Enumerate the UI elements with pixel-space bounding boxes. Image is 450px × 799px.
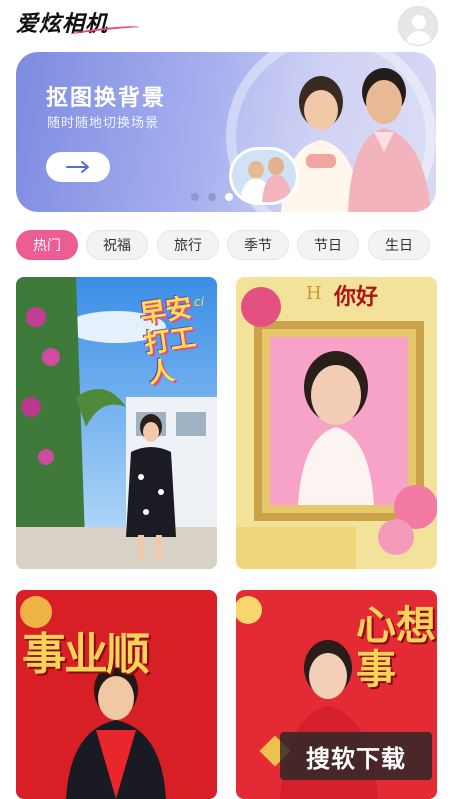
tab-travel[interactable]: 旅行 <box>157 230 219 260</box>
overlay-text: 你好 <box>334 285 379 310</box>
template-card-hello[interactable]: 你好 H <box>236 277 437 569</box>
tab-festival[interactable]: 节日 <box>297 230 359 260</box>
carousel-dot[interactable] <box>208 193 216 201</box>
arrow-right-icon <box>66 161 89 173</box>
inset-couple-thumbnail <box>229 147 299 205</box>
template-card-good-morning[interactable]: 早安打工人 ci <box>16 277 217 569</box>
overlay-text: 事业顺 <box>22 629 150 680</box>
template-photo <box>236 277 437 569</box>
banner-title: 抠图换背景 <box>46 86 167 111</box>
banner-subtitle: 随时随地切换场景 <box>47 116 160 131</box>
overlay-text: 早安打工人 <box>138 293 198 390</box>
tab-season[interactable]: 季节 <box>227 230 289 260</box>
carousel-indicator <box>191 193 233 201</box>
tab-birthday[interactable]: 生日 <box>368 230 430 260</box>
overlay-text: 心想事 <box>356 603 436 693</box>
user-avatar-icon[interactable] <box>398 6 438 46</box>
tab-hot[interactable]: 热门 <box>16 230 78 260</box>
overlay-frame-text: H <box>306 283 322 304</box>
carousel-dot-active[interactable] <box>225 193 233 201</box>
overlay-suffix: ci <box>194 295 204 309</box>
watermark-badge: 搜软下载 <box>280 732 432 780</box>
template-card-career[interactable]: 事业顺 <box>16 590 217 799</box>
promo-banner[interactable]: 抠图换背景 随时随地切换场景 <box>16 52 436 212</box>
app-header: 爱炫相机 <box>0 0 450 48</box>
tab-blessing[interactable]: 祝福 <box>86 230 148 260</box>
carousel-dot[interactable] <box>191 193 199 201</box>
category-tabs: 热门 祝福 旅行 季节 节日 生日 <box>16 230 450 260</box>
banner-go-button[interactable] <box>46 152 110 182</box>
